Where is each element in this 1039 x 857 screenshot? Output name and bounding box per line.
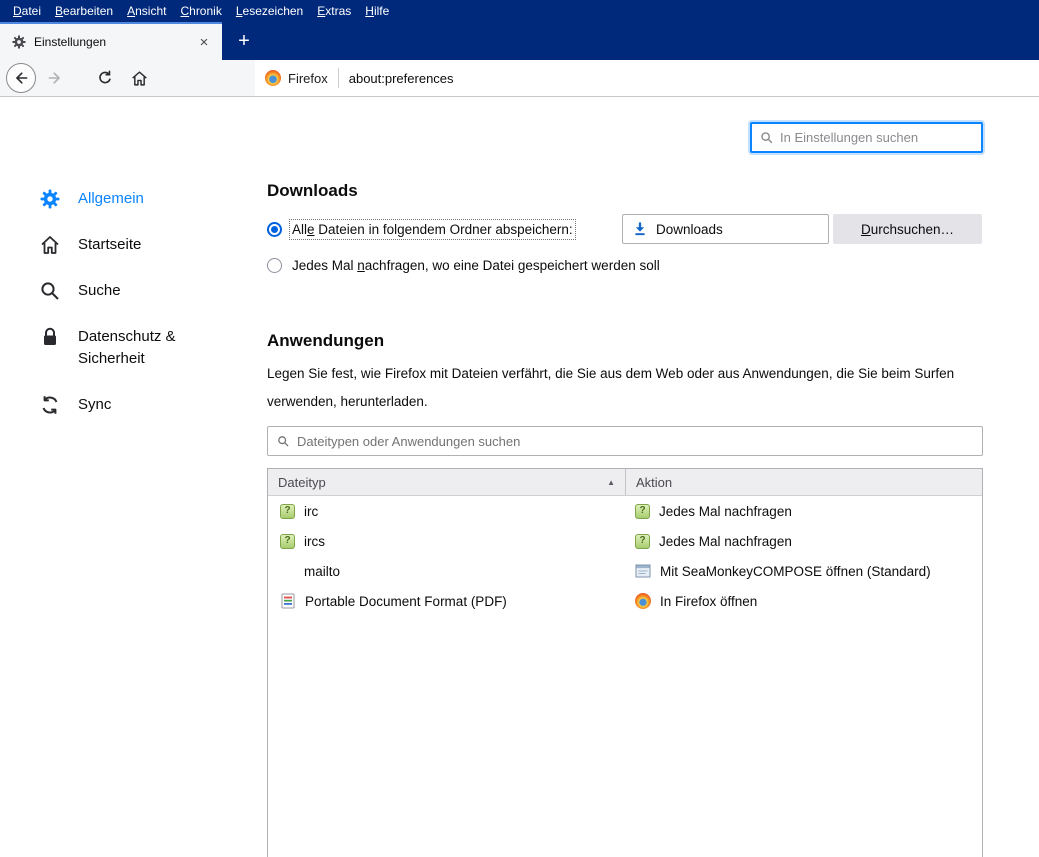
menu-extras[interactable]: Extras [310,0,358,22]
ask-question-icon: ? [280,534,295,549]
sidebar-item-startseite[interactable]: Startseite [40,222,255,268]
menu-lesezeichen[interactable]: Lesezeichen [229,0,310,22]
search-icon [760,131,774,145]
always-ask-row: Jedes Mal nachfragen, wo eine Datei gesp… [267,250,983,280]
reload-button[interactable] [90,63,120,93]
action-value: Jedes Mal nachfragen [659,504,792,519]
home-button[interactable] [124,63,154,93]
settings-main: Downloads Alle Dateien in folgendem Ordn… [267,172,983,857]
close-icon[interactable]: × [194,34,214,51]
url-separator [338,68,339,88]
sidebar-item-datenschutz-sicherheit[interactable]: Datenschutz & Sicherheit [40,314,255,382]
firefox-icon [635,593,651,609]
firefox-logo-icon [265,70,281,86]
ask-question-icon: ? [635,534,650,549]
action-value: Jedes Mal nachfragen [659,534,792,549]
ask-question-icon: ? [280,504,295,519]
back-arrow-icon [13,70,29,86]
download-folder-value: Downloads [656,222,723,237]
applications-table: Dateityp ▲ Aktion ? irc ? Jedes Mal nach… [267,468,983,857]
always-ask-radio[interactable] [267,258,282,273]
download-arrow-icon [633,222,647,236]
save-to-folder-row: Alle Dateien in folgendem Ordner abspeic… [267,212,983,246]
identity-site-label: Firefox [288,71,328,86]
sidebar-item-allgemein[interactable]: Allgemein [40,176,255,222]
applications-filter-box [267,426,983,456]
table-header: Dateityp ▲ Aktion [268,469,982,496]
tab-einstellungen[interactable]: Einstellungen × [0,22,222,60]
gear-icon [12,35,26,49]
menu-bearbeiten[interactable]: Bearbeiten [48,0,120,22]
home-icon [40,235,60,255]
new-tab-button[interactable]: + [226,22,262,60]
save-to-folder-radio[interactable] [267,222,282,237]
settings-search-input[interactable] [780,130,973,145]
menu-ansicht[interactable]: Ansicht [120,0,173,22]
browser-window: Datei Bearbeiten Ansicht Chronik Lesezei… [0,0,1039,857]
no-icon-spacer [280,564,295,579]
menu-datei[interactable]: Datei [6,0,48,22]
lock-icon [40,327,60,347]
always-ask-label[interactable]: Jedes Mal nachfragen, wo eine Datei gesp… [292,258,660,273]
menu-bar: Datei Bearbeiten Ansicht Chronik Lesezei… [0,0,1039,22]
sync-icon [40,395,60,415]
preferences-sidebar: Allgemein Startseite Suche Datenschutz &… [40,176,255,428]
settings-search-box [750,122,983,153]
action-value: In Firefox öffnen [660,594,757,609]
table-row[interactable]: mailto Mit SeaMonkeyCOMPOSE öffnen (Stan… [268,556,982,586]
applications-description: Legen Sie fest, wie Firefox mit Dateien … [267,360,983,416]
gear-icon [40,189,60,209]
table-row[interactable]: Portable Document Format (PDF) In Firefo… [268,586,982,616]
search-icon [277,435,290,448]
file-type: Portable Document Format (PDF) [305,594,507,609]
reload-icon [97,70,113,86]
forward-arrow-icon [47,70,63,86]
browse-button[interactable]: Durchsuchen… [833,214,982,244]
action-value: Mit SeaMonkeyCOMPOSE öffnen (Standard) [660,564,931,579]
url-text: about:preferences [349,71,454,86]
column-header-aktion[interactable]: Aktion [626,469,982,495]
applications-heading: Anwendungen [267,330,983,352]
back-button[interactable] [6,63,36,93]
applications-filter-input[interactable] [297,434,973,449]
ask-question-icon: ? [635,504,650,519]
home-icon [131,70,148,87]
menu-hilfe[interactable]: Hilfe [358,0,396,22]
file-type: ircs [304,534,325,549]
pdf-icon [280,593,296,609]
table-row[interactable]: ? irc ? Jedes Mal nachfragen [268,496,982,526]
tab-title: Einstellungen [34,35,194,49]
table-row[interactable]: ? ircs ? Jedes Mal nachfragen [268,526,982,556]
sort-ascending-icon: ▲ [607,478,615,487]
file-type: irc [304,504,318,519]
preferences-page: Allgemein Startseite Suche Datenschutz &… [0,97,1039,857]
search-icon [40,281,60,301]
forward-button[interactable] [40,63,70,93]
app-compose-icon [635,563,651,579]
sidebar-item-suche[interactable]: Suche [40,268,255,314]
menu-chronik[interactable]: Chronik [173,0,228,22]
file-type: mailto [304,564,340,579]
url-bar[interactable]: Firefox about:preferences [255,60,1039,96]
sidebar-item-sync[interactable]: Sync [40,382,255,428]
save-to-folder-label[interactable]: Alle Dateien in folgendem Ordner abspeic… [292,222,573,237]
column-header-dateityp[interactable]: Dateityp ▲ [268,469,626,495]
tab-bar: Einstellungen × + [0,22,1039,60]
download-folder-field[interactable]: Downloads [622,214,829,244]
downloads-heading: Downloads [267,180,983,202]
nav-toolbar: Firefox about:preferences [0,60,1039,97]
